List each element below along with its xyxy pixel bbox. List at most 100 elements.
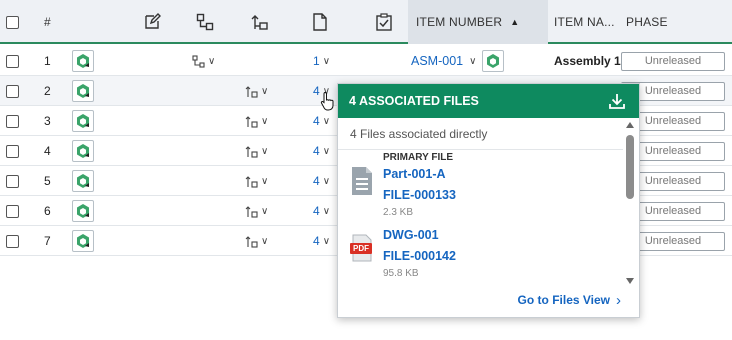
popup-header: 4 ASSOCIATED FILES [338, 84, 639, 118]
row-checkbox[interactable] [6, 54, 19, 68]
file-size: 95.8 KB [383, 268, 419, 279]
file-id-link[interactable]: FILE-000142 [383, 249, 456, 263]
where-used-icon [245, 175, 258, 188]
select-all-checkbox-cell[interactable] [6, 0, 19, 44]
row-index: 7 [44, 234, 51, 248]
phase-badge: Unreleased [621, 51, 725, 71]
row-index: 5 [44, 174, 51, 188]
where-used-icon [251, 15, 268, 30]
files-dropdown[interactable]: 4 ∨ [313, 196, 330, 226]
files-dropdown[interactable]: 4 ∨ [313, 226, 330, 256]
assembly-icon [77, 234, 89, 248]
item-thumbnail[interactable] [72, 230, 94, 252]
item-thumbnail[interactable] [72, 140, 94, 162]
item-thumbnail[interactable] [72, 200, 94, 222]
document-icon [352, 167, 372, 195]
files-count[interactable]: 4 [313, 114, 320, 128]
sort-ascending-icon: ▲ [510, 17, 520, 27]
assembly-icon [77, 54, 89, 68]
files-count[interactable]: 4 [313, 174, 320, 188]
select-all-checkbox[interactable] [6, 15, 19, 29]
scroll-up-arrow-icon[interactable] [626, 122, 634, 128]
row-checkbox[interactable] [6, 114, 19, 128]
table-row[interactable]: 1 ∨ 1 ∨ ASM-001 ∨ Assembly 1 Unreleased [0, 46, 732, 76]
col-files[interactable] [312, 0, 328, 44]
row-checkbox[interactable] [6, 234, 19, 248]
files-dropdown[interactable]: 1 ∨ [313, 46, 330, 76]
row-index: 3 [44, 114, 51, 128]
col-phase[interactable]: PHASE [626, 0, 668, 44]
where-used-dropdown[interactable]: ∨ [245, 106, 268, 136]
col-where-used[interactable] [251, 0, 269, 44]
row-index: 4 [44, 144, 51, 158]
row-checkbox[interactable] [6, 174, 19, 188]
chevron-down-icon: ∨ [261, 115, 269, 127]
item-number-link[interactable]: ASM-001 [411, 54, 463, 68]
col-item-name[interactable]: ITEM NA... [554, 0, 615, 44]
where-used-icon [245, 145, 258, 158]
chevron-down-icon: ∨ [322, 55, 331, 67]
chevron-down-icon[interactable]: ∨ [469, 56, 476, 67]
where-used-dropdown[interactable]: ∨ [245, 136, 268, 166]
item-preview-thumbnail[interactable] [482, 50, 505, 72]
file-id-link[interactable]: FILE-000133 [383, 188, 456, 202]
file-details: DWG-001 FILE-000142 95.8 KB [383, 228, 456, 279]
popup-scrollbar[interactable] [625, 122, 635, 284]
row-checkbox[interactable] [6, 84, 19, 98]
chevron-down-icon: ∨ [261, 85, 269, 97]
where-used-dropdown[interactable]: ∨ [245, 166, 268, 196]
where-used-icon [245, 85, 258, 98]
where-used-icon [245, 205, 258, 218]
item-name: Assembly 1 [554, 54, 621, 68]
files-dropdown[interactable]: 4 ∨ [313, 166, 330, 196]
files-dropdown[interactable]: 4 ∨ [313, 136, 330, 166]
row-checkbox[interactable] [6, 144, 19, 158]
where-used-dropdown[interactable]: ∨ [245, 76, 268, 106]
col-bom[interactable] [196, 0, 214, 44]
item-thumbnail[interactable] [72, 170, 94, 192]
clipboard-check-icon [376, 13, 392, 31]
col-tasks[interactable] [375, 0, 393, 44]
files-count[interactable]: 4 [313, 234, 320, 248]
assembly-icon [77, 204, 89, 218]
where-used-dropdown[interactable]: ∨ [245, 196, 268, 226]
col-item-number[interactable]: ITEM NUMBER ▲ [408, 0, 548, 44]
chevron-down-icon: ∨ [322, 235, 331, 247]
row-index: 1 [44, 54, 51, 68]
where-used-dropdown[interactable]: ∨ [245, 226, 268, 256]
row-index: 6 [44, 204, 51, 218]
item-thumbnail[interactable] [72, 110, 94, 132]
go-to-files-view-link[interactable]: Go to Files View › [338, 283, 639, 317]
item-thumbnail[interactable] [72, 50, 94, 72]
file-details: PRIMARY FILE Part-001-A FILE-000133 2.3 … [383, 152, 456, 218]
item-number-cell[interactable]: ASM-001 ∨ [411, 46, 505, 76]
col-item-name-label: ITEM NA... [554, 15, 615, 29]
item-thumbnail[interactable] [72, 80, 94, 102]
assembly-icon [77, 114, 89, 128]
chevron-down-icon: ∨ [261, 235, 269, 247]
bom-dropdown[interactable]: ∨ [192, 46, 215, 76]
grid-header: # ITEM NUMBER ▲ ITEM NA... PHASE [0, 0, 732, 44]
files-count[interactable]: 4 [313, 144, 320, 158]
primary-file-label: PRIMARY FILE [383, 152, 454, 163]
chevron-right-icon: › [616, 291, 621, 309]
file-name-link[interactable]: DWG-001 [383, 228, 456, 242]
files-count[interactable]: 4 [313, 84, 320, 98]
assembly-icon [77, 84, 89, 98]
row-checkbox[interactable] [6, 204, 19, 218]
chevron-down-icon: ∨ [322, 145, 331, 157]
bom-structure-icon [192, 54, 205, 68]
scroll-thumb[interactable] [626, 135, 634, 199]
files-count[interactable]: 4 [313, 204, 320, 218]
col-phase-label: PHASE [626, 15, 668, 29]
download-icon[interactable] [608, 92, 626, 110]
col-index-label: # [44, 15, 51, 29]
go-to-files-view-label[interactable]: Go to Files View [518, 293, 610, 307]
pdf-file-icon: PDF [350, 234, 374, 262]
col-edit[interactable] [143, 0, 161, 44]
assembly-icon [487, 54, 500, 68]
chevron-down-icon: ∨ [322, 175, 331, 187]
files-count[interactable]: 1 [313, 54, 320, 68]
file-name-link[interactable]: Part-001-A [383, 167, 456, 181]
chevron-down-icon: ∨ [322, 205, 331, 217]
